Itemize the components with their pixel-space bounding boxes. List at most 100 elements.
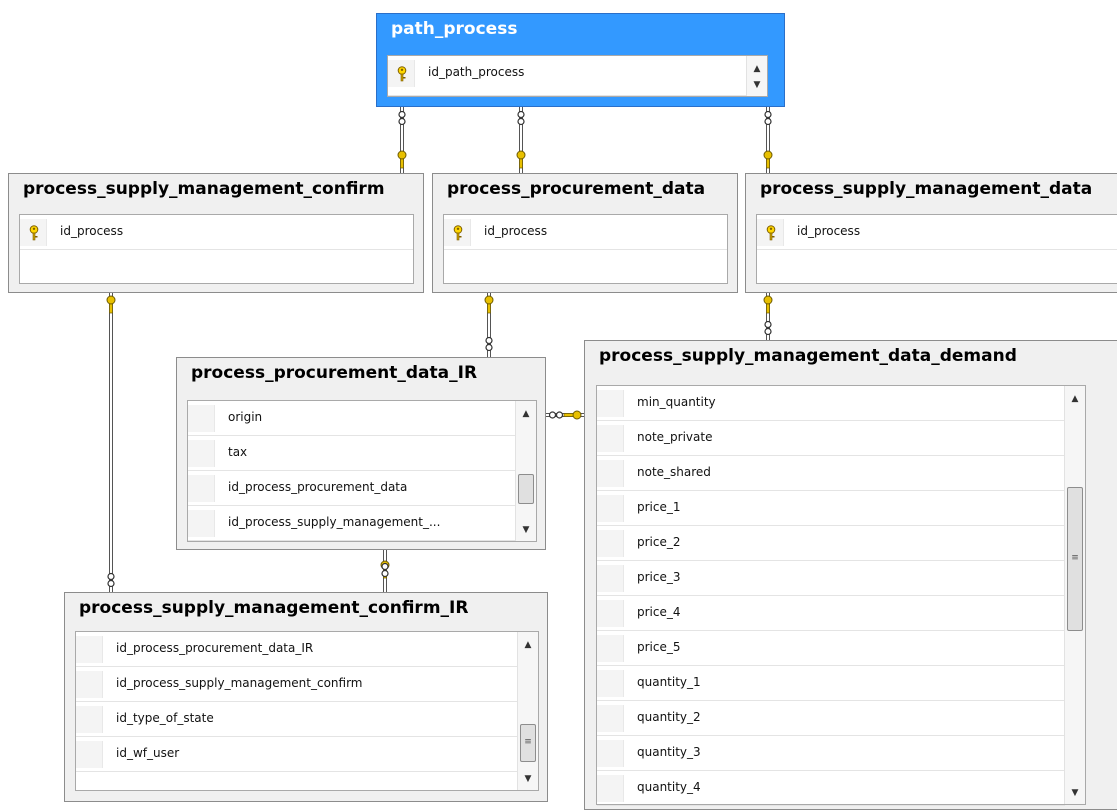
table-psmcir[interactable]: process_supply_management_confirm_IR id_p… <box>64 592 548 802</box>
row-selector[interactable] <box>597 775 624 802</box>
vertical-scrollbar[interactable]: ▲ ▼ <box>746 56 767 96</box>
column-row[interactable]: id_process_procurement_data <box>188 471 516 506</box>
column-row[interactable]: price_2 <box>597 526 1065 561</box>
scroll-thumb[interactable]: ≡ <box>1067 487 1083 631</box>
row-selector[interactable] <box>76 741 103 768</box>
row-selector[interactable] <box>188 510 215 537</box>
row-selector[interactable] <box>597 425 624 452</box>
key-bow <box>380 560 390 570</box>
column-name: price_4 <box>637 605 681 619</box>
column-row[interactable]: quantity_3 <box>597 736 1065 771</box>
column-row[interactable]: id_path_process <box>388 56 747 96</box>
scroll-down-arrow-icon[interactable]: ▼ <box>1065 784 1085 802</box>
row-selector[interactable] <box>597 635 624 662</box>
scroll-up-arrow-icon[interactable]: ▲ <box>516 405 536 423</box>
key-bow <box>763 150 773 160</box>
column-grid: id_process <box>756 214 1117 284</box>
scroll-thumb[interactable]: ≡ <box>520 724 536 762</box>
table-psmdd[interactable]: process_supply_management_data_demandmin… <box>584 340 1117 810</box>
scroll-down-arrow-icon[interactable]: ▼ <box>518 770 538 788</box>
vertical-scrollbar[interactable]: ▲ ▼ ≡ <box>1064 386 1085 804</box>
key-shaft <box>109 303 113 314</box>
column-row[interactable]: quantity_4 <box>597 771 1065 806</box>
column-row[interactable]: id_process_procurement_data_IR <box>76 632 518 667</box>
row-selector[interactable] <box>597 460 624 487</box>
row-selector[interactable] <box>188 475 215 502</box>
row-selector[interactable] <box>597 705 624 732</box>
table-title[interactable]: process_supply_management_data_demand <box>599 346 1117 366</box>
row-selector[interactable] <box>188 440 215 467</box>
table-title[interactable]: process_supply_management_confirm_IR <box>79 598 543 618</box>
column-row[interactable]: id_process <box>757 215 1117 250</box>
vertical-scrollbar[interactable]: ▲ ▼ <box>515 401 536 541</box>
column-row[interactable]: price_4 <box>597 596 1065 631</box>
column-row[interactable]: id_type_of_state <box>76 702 518 737</box>
row-selector[interactable] <box>597 565 624 592</box>
column-row[interactable]: id_process <box>20 215 413 250</box>
row-selector[interactable] <box>597 390 624 417</box>
infinity-loop <box>764 320 772 329</box>
row-selector[interactable] <box>76 706 103 733</box>
infinity-loop <box>517 110 525 119</box>
column-row[interactable]: tax <box>188 436 516 471</box>
grip-icon: ≡ <box>524 737 532 747</box>
table-title[interactable]: process_supply_management_confirm <box>23 179 419 199</box>
infinity-loop <box>398 117 406 126</box>
row-selector[interactable] <box>597 670 624 697</box>
table-ppdir[interactable]: process_procurement_data_IR origin tax id_p… <box>176 357 546 550</box>
row-selector[interactable] <box>76 671 103 698</box>
key-bow <box>572 410 582 420</box>
scroll-down-arrow-icon[interactable]: ▼ <box>516 521 536 539</box>
column-row[interactable]: note_private <box>597 421 1065 456</box>
column-row[interactable]: id_process <box>444 215 727 250</box>
infinity-loop <box>764 117 772 126</box>
table-ppd[interactable]: process_procurement_data id_process <box>432 173 738 293</box>
row-selector[interactable] <box>76 636 103 663</box>
row-selector[interactable] <box>597 530 624 557</box>
column-name: note_shared <box>637 465 711 479</box>
column-row[interactable]: quantity_1 <box>597 666 1065 701</box>
column-name: id_process_supply_management_confirm <box>116 676 363 690</box>
table-title[interactable]: process_procurement_data_IR <box>191 363 541 383</box>
column-name: price_1 <box>637 500 681 514</box>
scroll-thumb[interactable] <box>518 474 534 504</box>
column-name: min_quantity <box>637 395 716 409</box>
infinity-loop <box>107 579 115 588</box>
diagram-canvas: path_process id_path_process ▲ ▼ process_sup… <box>0 0 1117 810</box>
infinity-loop <box>485 336 493 345</box>
column-name: id_process_procurement_data_IR <box>116 641 314 655</box>
scroll-up-arrow-icon[interactable]: ▲ <box>1065 390 1085 408</box>
scroll-down-arrow-icon[interactable]: ▼ <box>747 76 767 94</box>
column-name: quantity_2 <box>637 710 701 724</box>
column-row[interactable]: id_process_supply_management_... <box>188 506 516 541</box>
table-psmd[interactable]: process_supply_management_data id_process <box>745 173 1117 293</box>
column-row[interactable]: quantity_2 <box>597 701 1065 736</box>
row-selector[interactable] <box>597 600 624 627</box>
row-selector[interactable] <box>597 740 624 767</box>
infinity-loop <box>381 562 389 571</box>
column-row[interactable]: price_1 <box>597 491 1065 526</box>
column-name: id_process_supply_management_... <box>228 515 441 529</box>
column-name: note_private <box>637 430 713 444</box>
column-row[interactable]: note_shared <box>597 456 1065 491</box>
column-grid: id_process <box>443 214 728 284</box>
column-row[interactable]: price_5 <box>597 631 1065 666</box>
table-title[interactable]: process_procurement_data <box>447 179 733 199</box>
scroll-up-arrow-icon[interactable]: ▲ <box>518 636 538 654</box>
key-shaft <box>519 158 523 169</box>
column-row[interactable]: min_quantity <box>597 386 1065 421</box>
column-row[interactable]: price_3 <box>597 561 1065 596</box>
table-title[interactable]: process_supply_management_data <box>760 179 1117 199</box>
column-row[interactable]: origin <box>188 401 516 436</box>
column-name: id_wf_user <box>116 746 180 760</box>
key-shaft <box>487 303 491 314</box>
vertical-scrollbar[interactable]: ▲ ▼ ≡ <box>517 632 538 790</box>
column-row[interactable]: id_wf_user <box>76 737 518 772</box>
row-selector[interactable] <box>597 495 624 522</box>
table-path_process[interactable]: path_process id_path_process ▲ ▼ <box>376 13 785 107</box>
row-selector[interactable] <box>188 405 215 432</box>
table-psmc[interactable]: process_supply_management_confirm id_proc… <box>8 173 424 293</box>
column-row[interactable]: id_process_supply_management_confirm <box>76 667 518 702</box>
table-title[interactable]: path_process <box>391 19 780 39</box>
relationship-key-icon <box>397 150 407 169</box>
